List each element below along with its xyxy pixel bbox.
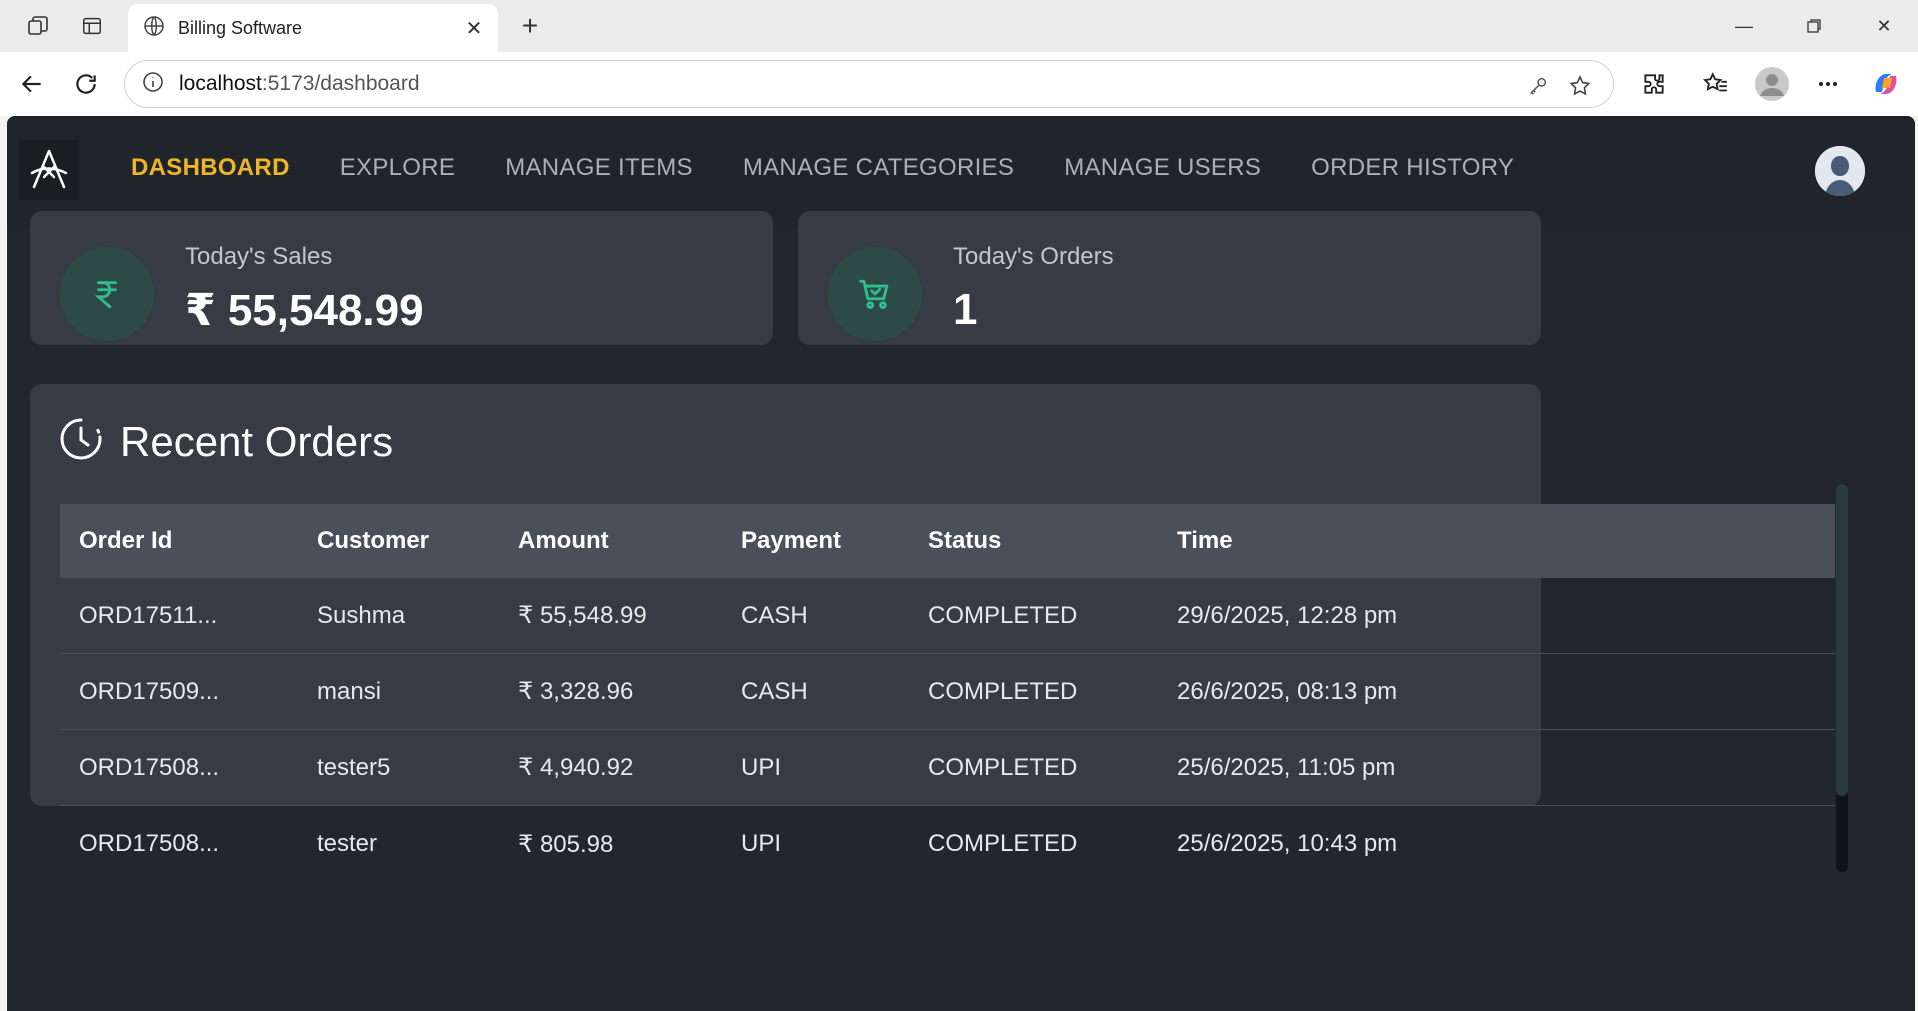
col-time: Time: [1177, 527, 1233, 554]
cell-customer: Sushma: [317, 601, 406, 629]
table-body: ORD17511... Sushma ₹ 55,548.99 CASH COMP…: [60, 578, 1835, 882]
table-row[interactable]: ORD17508... tester ₹ 805.98 UPI COMPLETE…: [60, 806, 1835, 882]
cell-amount: ₹ 4,940.92: [518, 754, 634, 781]
orders-scrollbar[interactable]: [1836, 484, 1848, 872]
globe-icon: [142, 14, 166, 43]
cart-icon: [828, 247, 922, 341]
cell-status: COMPLETED: [928, 753, 1078, 781]
table-row[interactable]: ORD17511... Sushma ₹ 55,548.99 CASH COMP…: [60, 578, 1835, 654]
table-row[interactable]: ORD17508... tester5 ₹ 4,940.92 UPI COMPL…: [60, 730, 1835, 806]
cell-order-id: ORD17509...: [79, 677, 220, 705]
todays-orders-value: 1: [953, 285, 978, 334]
col-status: Status: [928, 527, 1002, 554]
tab-close-icon[interactable]: ✕: [462, 16, 486, 40]
orders-table: Order Id Customer Amount Payment Status …: [60, 504, 1835, 882]
cell-order-id: ORD17508...: [79, 753, 220, 781]
cell-payment: UPI: [741, 753, 782, 781]
extensions-icon[interactable]: [1636, 66, 1672, 102]
favorites-icon[interactable]: [1698, 66, 1734, 102]
cell-order-id: ORD17508...: [79, 830, 220, 857]
main-nav: DASHBOARD EXPLORE MANAGE ITEMS MANAGE CA…: [131, 154, 1514, 182]
cell-amount: ₹ 55,548.99: [518, 602, 647, 629]
cell-amount: ₹ 805.98: [518, 830, 614, 858]
browser-tabbar: Billing Software ✕ + — ✕: [0, 0, 1918, 52]
url-path: :5173/dashboard: [261, 72, 420, 95]
cell-payment: UPI: [741, 830, 782, 857]
nav-manage-items[interactable]: MANAGE ITEMS: [505, 154, 693, 182]
cell-time: 29/6/2025, 12:28 pm: [1177, 601, 1398, 629]
col-order-id: Order Id: [79, 527, 173, 554]
copilot-icon[interactable]: [1868, 66, 1904, 102]
user-avatar[interactable]: [1815, 146, 1865, 196]
close-window-icon[interactable]: ✕: [1856, 6, 1912, 46]
app-logo[interactable]: [19, 140, 79, 200]
col-payment: Payment: [741, 527, 842, 554]
col-customer: Customer: [317, 527, 430, 554]
cell-status: COMPLETED: [928, 601, 1078, 629]
back-icon[interactable]: [14, 66, 50, 102]
profile-avatar-icon[interactable]: [1754, 66, 1790, 102]
nav-explore[interactable]: EXPLORE: [340, 154, 455, 182]
nav-manage-categories[interactable]: MANAGE CATEGORIES: [743, 154, 1014, 182]
minimize-icon[interactable]: —: [1716, 6, 1772, 46]
col-amount: Amount: [518, 527, 609, 554]
recent-orders-title: Recent Orders: [120, 418, 394, 465]
nav-order-history[interactable]: ORDER HISTORY: [1311, 154, 1514, 182]
cell-payment: CASH: [741, 677, 808, 705]
cell-payment: CASH: [741, 601, 808, 629]
recent-orders-card: Recent Orders Order Id Customer Amount P…: [30, 384, 1848, 872]
rupee-icon: [60, 247, 154, 341]
table-header: Order Id Customer Amount Payment Status …: [60, 504, 1835, 578]
key-icon[interactable]: [1525, 73, 1551, 99]
scrollbar-thumb[interactable]: [1836, 484, 1848, 796]
cell-customer: tester5: [317, 753, 391, 781]
clock-history-icon: [58, 416, 104, 462]
todays-sales-value: ₹ 55,548.99: [185, 286, 424, 335]
reload-icon[interactable]: [68, 66, 104, 102]
todays-orders-card: Today's Orders 1: [798, 211, 1541, 345]
cell-status: COMPLETED: [928, 677, 1078, 705]
table-row[interactable]: ORD17509... mansi ₹ 3,328.96 CASH COMPLE…: [60, 654, 1835, 730]
cell-time: 25/6/2025, 11:05 pm: [1177, 753, 1396, 781]
address-bar[interactable]: localhost:5173/dashboard: [124, 60, 1614, 108]
app-root: DASHBOARD EXPLORE MANAGE ITEMS MANAGE CA…: [7, 116, 1915, 1011]
nav-dashboard[interactable]: DASHBOARD: [131, 154, 290, 182]
site-info-icon[interactable]: [141, 70, 165, 99]
cell-status: COMPLETED: [928, 830, 1078, 857]
todays-sales-card: Today's Sales ₹ 55,548.99: [30, 211, 773, 345]
favorite-star-icon[interactable]: [1567, 73, 1593, 99]
tab-title: Billing Software: [178, 17, 303, 38]
nav-manage-users[interactable]: MANAGE USERS: [1064, 154, 1261, 182]
cell-amount: ₹ 3,328.96: [518, 678, 634, 705]
cell-time: 26/6/2025, 08:13 pm: [1177, 677, 1398, 705]
workspaces-icon[interactable]: [20, 10, 56, 42]
cell-customer: mansi: [317, 677, 382, 705]
todays-sales-label: Today's Sales: [185, 243, 333, 270]
url-host: localhost: [179, 72, 262, 95]
tab-actions-icon[interactable]: [74, 10, 110, 42]
top-navbar: DASHBOARD EXPLORE MANAGE ITEMS MANAGE CA…: [7, 116, 1915, 226]
url-text: localhost:5173/dashboard: [179, 72, 420, 96]
cell-order-id: ORD17511...: [79, 601, 218, 629]
restore-icon[interactable]: [1786, 6, 1842, 46]
more-options-icon[interactable]: [1810, 66, 1846, 102]
todays-orders-label: Today's Orders: [953, 243, 1114, 270]
cell-customer: tester: [317, 830, 378, 857]
cell-time: 25/6/2025, 10:43 pm: [1177, 830, 1398, 857]
new-tab-icon[interactable]: +: [512, 10, 548, 42]
browser-tab[interactable]: Billing Software ✕: [128, 4, 498, 52]
browser-toolbar: localhost:5173/dashboard: [0, 52, 1918, 116]
